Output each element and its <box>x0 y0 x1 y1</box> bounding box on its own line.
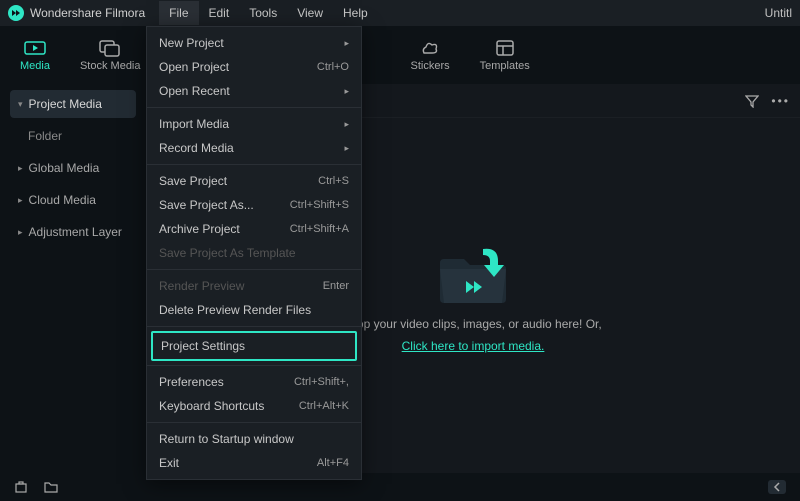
sidebar: ▾ Project Media Folder ▸ Global Media ▸ … <box>0 84 146 473</box>
menu-shortcut: Ctrl+S <box>318 175 349 187</box>
file-menu-save-project-as-template: Save Project As Template <box>147 241 361 265</box>
file-menu-open-project[interactable]: Open Project Ctrl+O <box>147 55 361 79</box>
menu-item-label: Project Settings <box>161 339 245 353</box>
menu-separator <box>147 422 361 423</box>
title-bar: Wondershare Filmora File Edit Tools View… <box>0 0 800 26</box>
tab-label: Templates <box>480 60 530 72</box>
media-icon <box>24 39 46 57</box>
menu-item-label: Open Project <box>159 60 229 74</box>
menu-item-label: Import Media <box>159 117 229 131</box>
menu-shortcut: Ctrl+O <box>317 61 349 73</box>
file-menu-return-to-startup-window[interactable]: Return to Startup window <box>147 427 361 451</box>
menu-item-label: Archive Project <box>159 222 240 236</box>
menu-file[interactable]: File <box>159 1 198 25</box>
file-menu-keyboard-shortcuts[interactable]: Keyboard Shortcuts Ctrl+Alt+K <box>147 394 361 418</box>
chevron-down-icon: ▾ <box>18 99 23 110</box>
tab-label: Media <box>20 60 50 72</box>
menu-separator <box>147 164 361 165</box>
chevron-right-icon: ▸ <box>18 195 23 206</box>
menu-item-label: Record Media <box>159 141 234 155</box>
tab-media[interactable]: Media <box>20 39 50 72</box>
chevron-right-icon: ▸ <box>18 227 23 238</box>
menu-edit[interactable]: Edit <box>199 1 240 25</box>
file-menu-record-media[interactable]: Record Media ▸ <box>147 136 361 160</box>
menu-separator <box>147 365 361 366</box>
stock-media-icon <box>99 39 121 57</box>
sidebar-item-folder[interactable]: Folder <box>10 122 136 150</box>
tab-stickers[interactable]: Stickers <box>411 39 450 72</box>
menu-item-label: Keyboard Shortcuts <box>159 399 264 413</box>
window-title: Untitl <box>765 6 792 20</box>
folder-icon[interactable] <box>44 480 58 494</box>
menu-item-label: Save Project As Template <box>159 246 296 260</box>
chevron-right-icon: ▸ <box>18 163 23 174</box>
menubar: File Edit Tools View Help <box>159 1 378 25</box>
menu-shortcut: Ctrl+Shift+, <box>294 376 349 388</box>
bin-icon[interactable] <box>14 480 28 494</box>
file-menu-delete-preview-render-files[interactable]: Delete Preview Render Files <box>147 298 361 322</box>
chevron-right-icon: ▸ <box>344 119 349 130</box>
sidebar-item-label: Global Media <box>29 161 100 175</box>
file-menu-new-project[interactable]: New Project ▸ <box>147 31 361 55</box>
sidebar-item-adjustment-layer[interactable]: ▸ Adjustment Layer <box>10 218 136 246</box>
filter-icon[interactable] <box>745 94 759 108</box>
menu-item-label: Open Recent <box>159 84 230 98</box>
bottom-bar <box>0 473 800 501</box>
file-menu-archive-project[interactable]: Archive Project Ctrl+Shift+A <box>147 217 361 241</box>
menu-item-label: Return to Startup window <box>159 432 294 446</box>
file-menu-save-project-as[interactable]: Save Project As... Ctrl+Shift+S <box>147 193 361 217</box>
menu-item-label: Render Preview <box>159 279 244 293</box>
menu-item-label: New Project <box>159 36 224 50</box>
tab-label: Stickers <box>411 60 450 72</box>
drop-text: Drop your video clips, images, or audio … <box>344 317 601 331</box>
sidebar-item-label: Cloud Media <box>29 193 96 207</box>
menu-shortcut: Ctrl+Alt+K <box>299 400 349 412</box>
menu-shortcut: Alt+F4 <box>317 457 349 469</box>
collapse-icon[interactable] <box>768 480 786 494</box>
import-folder-icon <box>428 239 518 309</box>
menu-item-label: Save Project <box>159 174 227 188</box>
sidebar-item-project-media[interactable]: ▾ Project Media <box>10 90 136 118</box>
menu-tools[interactable]: Tools <box>239 1 287 25</box>
chevron-right-icon: ▸ <box>344 86 349 97</box>
tab-templates[interactable]: Templates <box>480 39 530 72</box>
menu-shortcut: Ctrl+Shift+S <box>290 199 349 211</box>
menu-view[interactable]: View <box>287 1 333 25</box>
menu-shortcut: Ctrl+Shift+A <box>290 223 349 235</box>
menu-separator <box>147 326 361 327</box>
templates-icon <box>494 39 516 57</box>
file-menu-save-project[interactable]: Save Project Ctrl+S <box>147 169 361 193</box>
toolbar: Media Stock Media Stickers Templates <box>0 26 800 84</box>
file-menu-render-preview: Render Preview Enter <box>147 274 361 298</box>
chevron-right-icon: ▸ <box>344 38 349 49</box>
sidebar-item-label: Project Media <box>29 97 102 111</box>
menu-item-label: Save Project As... <box>159 198 254 212</box>
file-menu-project-settings[interactable]: Project Settings <box>151 331 357 361</box>
tab-label: Stock Media <box>80 60 141 72</box>
more-icon[interactable]: ••• <box>771 94 790 108</box>
content-row: ▾ Project Media Folder ▸ Global Media ▸ … <box>0 84 800 473</box>
tab-stock-media[interactable]: Stock Media <box>80 39 141 72</box>
sidebar-item-label: Adjustment Layer <box>29 225 122 239</box>
file-menu-import-media[interactable]: Import Media ▸ <box>147 112 361 136</box>
app-name: Wondershare Filmora <box>30 6 145 20</box>
menu-item-label: Delete Preview Render Files <box>159 303 311 317</box>
file-menu-dropdown: New Project ▸ Open Project Ctrl+O Open Recen… <box>146 26 362 480</box>
file-menu-preferences[interactable]: Preferences Ctrl+Shift+, <box>147 370 361 394</box>
menu-help[interactable]: Help <box>333 1 378 25</box>
menu-separator <box>147 269 361 270</box>
sidebar-item-label: Folder <box>28 129 62 143</box>
file-menu-open-recent[interactable]: Open Recent ▸ <box>147 79 361 103</box>
sidebar-item-global-media[interactable]: ▸ Global Media <box>10 154 136 182</box>
stickers-icon <box>419 39 441 57</box>
menu-item-label: Preferences <box>159 375 224 389</box>
import-link[interactable]: Click here to import media. <box>402 339 545 353</box>
menu-separator <box>147 107 361 108</box>
menu-item-label: Exit <box>159 456 179 470</box>
sidebar-item-cloud-media[interactable]: ▸ Cloud Media <box>10 186 136 214</box>
app-logo-icon <box>8 5 24 21</box>
file-menu-exit[interactable]: Exit Alt+F4 <box>147 451 361 475</box>
menu-shortcut: Enter <box>323 280 349 292</box>
chevron-right-icon: ▸ <box>344 143 349 154</box>
